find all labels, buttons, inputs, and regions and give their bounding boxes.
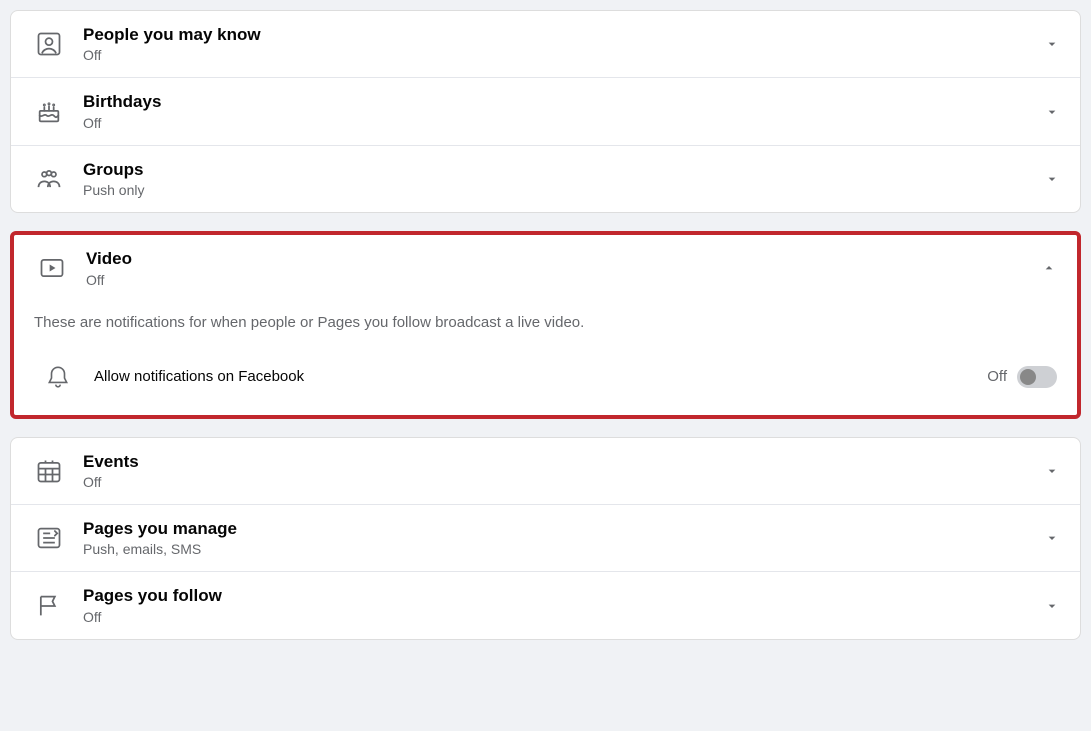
setting-text: Events Off xyxy=(83,452,1044,490)
setting-title: People you may know xyxy=(83,25,1044,45)
chevron-up-icon xyxy=(1041,260,1057,276)
chevron-down-icon xyxy=(1044,530,1060,546)
setting-title: Pages you follow xyxy=(83,586,1044,606)
settings-card-3: Events Off Pages you manage Push, emails… xyxy=(10,437,1081,640)
events-icon xyxy=(31,453,67,489)
setting-row-events[interactable]: Events Off xyxy=(11,438,1080,504)
video-icon xyxy=(34,250,70,286)
setting-status: Push only xyxy=(83,182,1044,198)
setting-title: Birthdays xyxy=(83,92,1044,112)
setting-row-people-you-may-know[interactable]: People you may know Off xyxy=(11,11,1080,77)
setting-status: Off xyxy=(83,115,1044,131)
people-icon xyxy=(31,26,67,62)
setting-row-birthdays[interactable]: Birthdays Off xyxy=(11,77,1080,144)
setting-row-pages-you-follow[interactable]: Pages you follow Off xyxy=(11,571,1080,638)
toggle-state-label: Off xyxy=(987,368,1007,385)
allow-notifications-label: Allow notifications on Facebook xyxy=(94,368,987,385)
setting-text: Pages you follow Off xyxy=(83,586,1044,624)
chevron-down-icon xyxy=(1044,36,1060,52)
setting-status: Off xyxy=(86,272,1041,288)
settings-card-1: People you may know Off Birthdays Off Gr… xyxy=(10,10,1081,213)
setting-title: Events xyxy=(83,452,1044,472)
setting-row-groups[interactable]: Groups Push only xyxy=(11,145,1080,212)
chevron-down-icon xyxy=(1044,463,1060,479)
pages-manage-icon xyxy=(31,520,67,556)
setting-title: Groups xyxy=(83,160,1044,180)
setting-row-video[interactable]: Video Off xyxy=(14,235,1077,301)
setting-text: Video Off xyxy=(86,249,1041,287)
setting-status: Off xyxy=(83,609,1044,625)
setting-status: Push, emails, SMS xyxy=(83,541,1044,557)
video-description: These are notifications for when people … xyxy=(14,302,1077,351)
setting-text: Pages you manage Push, emails, SMS xyxy=(83,519,1044,557)
allow-notifications-toggle[interactable] xyxy=(1017,366,1057,388)
birthday-icon xyxy=(31,94,67,130)
bell-icon xyxy=(42,361,74,393)
setting-text: Birthdays Off xyxy=(83,92,1044,130)
setting-status: Off xyxy=(83,47,1044,63)
setting-row-pages-you-manage[interactable]: Pages you manage Push, emails, SMS xyxy=(11,504,1080,571)
chevron-down-icon xyxy=(1044,104,1060,120)
groups-icon xyxy=(31,161,67,197)
pages-follow-icon xyxy=(31,588,67,624)
settings-card-video: Video Off These are notifications for wh… xyxy=(10,231,1081,418)
toggle-knob xyxy=(1020,369,1036,385)
setting-title: Video xyxy=(86,249,1041,269)
setting-text: Groups Push only xyxy=(83,160,1044,198)
setting-status: Off xyxy=(83,474,1044,490)
chevron-down-icon xyxy=(1044,171,1060,187)
chevron-down-icon xyxy=(1044,598,1060,614)
allow-notifications-row: Allow notifications on Facebook Off xyxy=(14,351,1077,415)
setting-title: Pages you manage xyxy=(83,519,1044,539)
setting-text: People you may know Off xyxy=(83,25,1044,63)
